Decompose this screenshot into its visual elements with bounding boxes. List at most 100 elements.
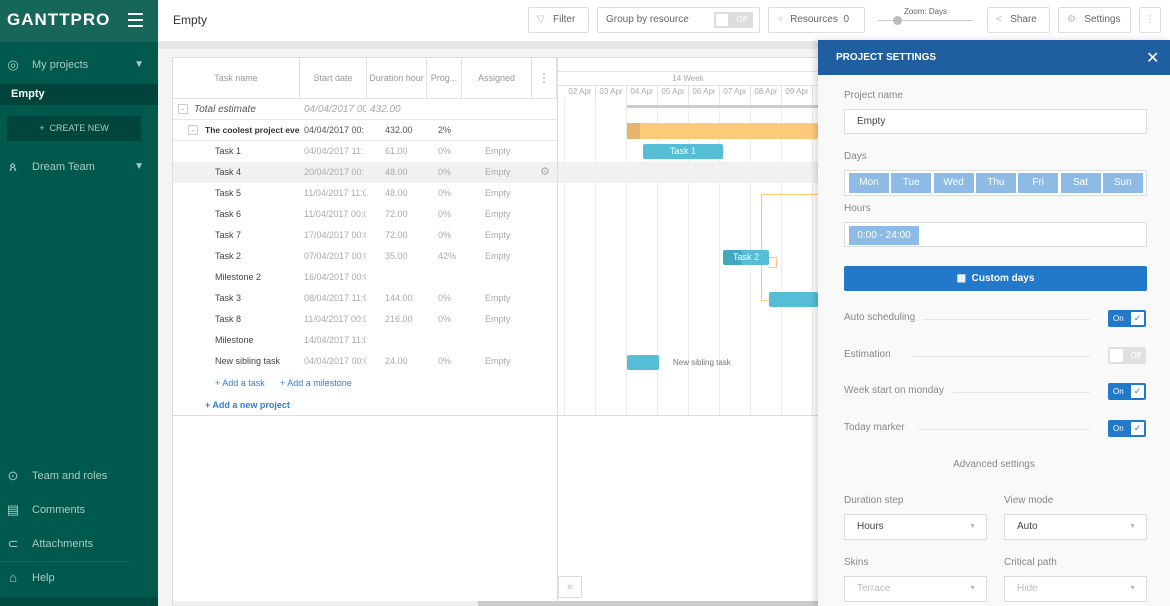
start-date[interactable]: 14/04/2017 11:0: [304, 330, 366, 351]
start-date[interactable]: 20/04/2017 00:: [304, 162, 366, 183]
progress[interactable]: 0%: [438, 288, 451, 309]
start-date[interactable]: 11/04/2017 00:0: [304, 204, 366, 225]
progress[interactable]: 0%: [438, 309, 451, 330]
start-date[interactable]: 04/04/2017 11:: [304, 141, 366, 162]
sidebar-my-projects[interactable]: ◎ My projects ▼: [0, 53, 158, 77]
table-row[interactable]: Task 6 11/04/2017 00:0 72.00 0% Empty: [173, 204, 557, 225]
start-date[interactable]: 04/04/2017 00:: [304, 99, 366, 120]
start-date[interactable]: 08/04/2017 11:0: [304, 288, 366, 309]
add-task-link[interactable]: + Add a task: [215, 378, 265, 388]
col-progress[interactable]: Prog...: [427, 57, 462, 99]
toggle-switch[interactable]: Off: [1108, 346, 1146, 364]
assigned[interactable]: Empty: [485, 309, 511, 330]
collapse-icon[interactable]: -: [178, 104, 188, 114]
add-project-link[interactable]: + Add a new project: [205, 400, 290, 410]
assigned[interactable]: Empty: [485, 204, 511, 225]
critical-path-select[interactable]: Hide ▼: [1004, 576, 1147, 602]
hours-field[interactable]: 0:00 - 24:00: [844, 222, 1147, 247]
collapse-left-icon[interactable]: «: [558, 576, 582, 598]
col-duration[interactable]: Duration hour: [367, 57, 427, 99]
task-name[interactable]: Task 5: [215, 183, 241, 204]
day-toggle-mon[interactable]: Mon: [849, 173, 889, 193]
task-name[interactable]: Task 1: [215, 141, 241, 162]
toggle-switch[interactable]: On ✓: [1108, 383, 1146, 401]
project-name-input[interactable]: Empty: [844, 109, 1147, 134]
add-milestone-link[interactable]: + Add a milestone: [280, 378, 352, 388]
task-name[interactable]: Task 6: [215, 204, 241, 225]
view-mode-select[interactable]: Auto ▼: [1004, 514, 1147, 540]
duration[interactable]: 48.00: [385, 183, 408, 204]
task-bar-task-2[interactable]: Task 2: [723, 250, 769, 265]
project-bar[interactable]: [627, 123, 818, 139]
table-row[interactable]: Task 5 11/04/2017 11:0 48.00 0% Empty: [173, 183, 557, 204]
group-toggle[interactable]: Off: [714, 12, 753, 28]
share-button[interactable]: < Share: [987, 7, 1050, 33]
progress[interactable]: 42%: [438, 246, 456, 267]
scrollbar-thumb[interactable]: [478, 601, 818, 606]
duration[interactable]: 144.00: [385, 288, 413, 309]
filter-button[interactable]: ▽ Filter: [528, 7, 589, 33]
table-row[interactable]: Task 2 07/04/2017 00:0 35.00 42% Empty: [173, 246, 557, 267]
start-date[interactable]: 17/04/2017 00:0: [304, 225, 366, 246]
task-name[interactable]: Milestone: [215, 330, 254, 351]
collapse-icon[interactable]: -: [188, 125, 198, 135]
sidebar-team[interactable]: ጰ Dream Team ▼: [0, 155, 158, 179]
start-date[interactable]: 11/04/2017 11:0: [304, 183, 366, 204]
progress[interactable]: 0%: [438, 351, 451, 372]
day-toggle-sat[interactable]: Sat: [1060, 173, 1101, 193]
day-toggle-wed[interactable]: Wed: [933, 173, 974, 193]
task-name[interactable]: Total estimate: [194, 99, 256, 120]
task-name[interactable]: Task 8: [215, 309, 241, 330]
settings-button[interactable]: ⚙ Settings: [1058, 7, 1131, 33]
column-menu-icon[interactable]: ⋮: [532, 57, 557, 99]
duration[interactable]: 72.00: [385, 204, 408, 225]
progress[interactable]: 0%: [438, 141, 451, 162]
group-by-resource[interactable]: Group by resource Off: [597, 7, 760, 33]
gear-icon[interactable]: ⚙: [540, 162, 550, 183]
sidebar-help[interactable]: ⌂ Help: [0, 566, 158, 590]
task-bar-task-3[interactable]: [769, 292, 818, 307]
table-row[interactable]: Task 4 20/04/2017 00: 48.00 0% Empty ⚙: [173, 162, 557, 183]
start-date[interactable]: 04/04/2017 00:: [304, 120, 366, 141]
duration[interactable]: 48.00: [385, 162, 408, 183]
duration[interactable]: 432.00: [370, 99, 401, 120]
table-row[interactable]: - The coolest project ever 04/04/2017 00: 4…: [173, 120, 557, 141]
task-name[interactable]: Task 4: [215, 162, 241, 183]
assigned[interactable]: Empty: [485, 162, 511, 183]
duration[interactable]: 24.00: [385, 351, 408, 372]
day-toggle-tue[interactable]: Tue: [891, 173, 932, 193]
task-name[interactable]: The coolest project ever: [205, 120, 300, 141]
day-toggle-fri[interactable]: Fri: [1018, 173, 1059, 193]
task-name[interactable]: New sibling task: [215, 351, 280, 372]
assigned[interactable]: Empty: [485, 183, 511, 204]
col-start-date[interactable]: Start date: [300, 57, 367, 99]
skins-select[interactable]: Terrace ▼: [844, 576, 987, 602]
task-bar-new-sibling[interactable]: [627, 355, 659, 370]
sidebar-comments[interactable]: ▤ Comments: [0, 498, 158, 522]
resources-button[interactable]: ♁ Resources 0: [768, 7, 865, 33]
duration[interactable]: 72.00: [385, 225, 408, 246]
task-name[interactable]: Task 3: [215, 288, 241, 309]
table-row[interactable]: Task 8 11/04/2017 00:0 216.00 0% Empty: [173, 309, 557, 330]
table-row[interactable]: Milestone 2 16/04/2017 00:0: [173, 267, 557, 288]
progress[interactable]: 0%: [438, 183, 451, 204]
col-assigned[interactable]: Assigned: [462, 57, 532, 99]
task-name[interactable]: Task 7: [215, 225, 241, 246]
progress[interactable]: 0%: [438, 225, 451, 246]
custom-days-button[interactable]: ▦ Custom days: [844, 266, 1147, 291]
sidebar-team-roles[interactable]: ⊙ Team and roles: [0, 464, 158, 488]
progress[interactable]: 0%: [438, 204, 451, 225]
day-toggle-thu[interactable]: Thu: [975, 173, 1016, 193]
toggle-switch[interactable]: On ✓: [1108, 420, 1146, 438]
sidebar-project-empty[interactable]: Empty: [0, 84, 158, 105]
more-menu-icon[interactable]: ⋮: [1139, 7, 1161, 33]
menu-icon[interactable]: [128, 13, 143, 15]
create-new-button[interactable]: + CREATE NEW: [7, 116, 141, 141]
toggle-switch[interactable]: On ✓: [1108, 310, 1146, 327]
hours-chip[interactable]: 0:00 - 24:00: [849, 226, 919, 245]
table-row[interactable]: Task 1 04/04/2017 11: 61.00 0% Empty: [173, 141, 557, 162]
day-toggle-sun[interactable]: Sun: [1102, 173, 1143, 193]
assigned[interactable]: Empty: [485, 351, 511, 372]
assigned[interactable]: Empty: [485, 288, 511, 309]
duration[interactable]: 216.00: [385, 309, 413, 330]
